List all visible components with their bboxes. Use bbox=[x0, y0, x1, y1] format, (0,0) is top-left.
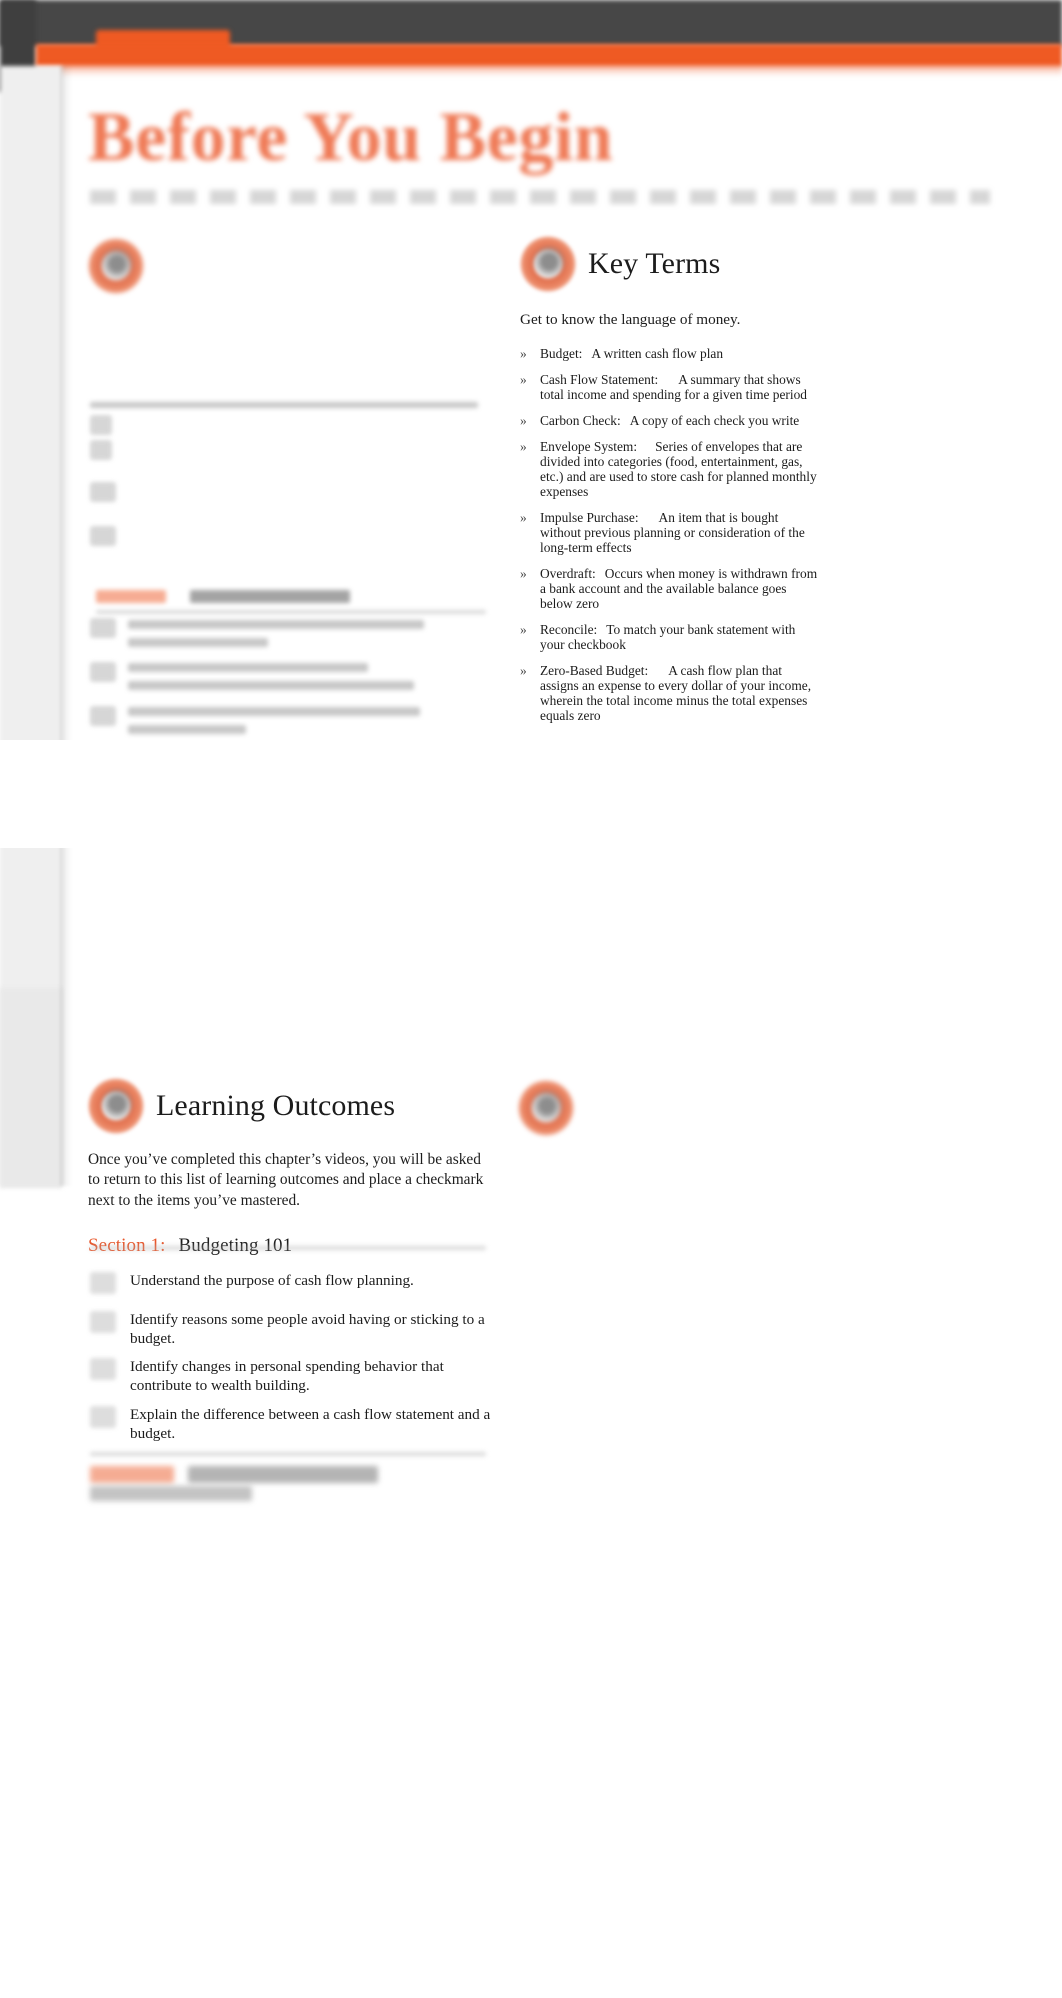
key-terms-header: Key Terms bbox=[520, 236, 820, 292]
key-term-item: » Budget: A written cash flow plan bbox=[520, 346, 820, 361]
key-term-name: Carbon Check: bbox=[540, 412, 621, 428]
blurred-text-line bbox=[128, 620, 424, 629]
outcome-text: Understand the purpose of cash flow plan… bbox=[130, 1271, 414, 1289]
blurred-text-line bbox=[128, 638, 268, 647]
outcome-checkbox[interactable] bbox=[90, 1358, 116, 1381]
target-badge-icon-right bbox=[518, 1080, 574, 1136]
page-title: Before You Begin bbox=[88, 99, 614, 176]
bullet-glyph: » bbox=[520, 371, 527, 387]
key-term-name: Zero-Based Budget: bbox=[540, 662, 649, 678]
blurred-checkbox[interactable] bbox=[90, 440, 112, 460]
key-term-definition: A copy of each check you write bbox=[629, 412, 800, 428]
key-terms-block: Key Terms Get to know the language of mo… bbox=[520, 236, 820, 734]
key-term-item: » Carbon Check: A copy of each check you … bbox=[520, 413, 820, 428]
left-gutter-rail-lower bbox=[0, 988, 62, 1188]
outcome-checkbox[interactable] bbox=[90, 1310, 116, 1333]
learning-outcome-item: Understand the purpose of cash flow plan… bbox=[88, 1271, 508, 1301]
page-bottom-whitespace bbox=[0, 1512, 1062, 1998]
learning-outcome-item: Identify changes in personal spending be… bbox=[88, 1357, 508, 1395]
outcome-text: Explain the difference between a cash fl… bbox=[130, 1405, 491, 1442]
bullet-glyph: » bbox=[520, 412, 527, 428]
app-accent-bar bbox=[36, 44, 1062, 66]
outcome-text: Identify reasons some people avoid havin… bbox=[130, 1310, 485, 1348]
learning-outcomes-intro: Once you’ve completed this chapter’s vid… bbox=[88, 1151, 484, 1209]
blurred-divider bbox=[96, 610, 486, 614]
outcome-checkbox[interactable] bbox=[90, 1271, 116, 1294]
blurred-text-line bbox=[128, 663, 368, 672]
learning-outcomes-block: Learning Outcomes Once you’ve completed … bbox=[88, 1078, 508, 1452]
bullet-glyph: » bbox=[520, 438, 527, 454]
blurred-section2-subtitle bbox=[90, 1486, 252, 1501]
blurred-section-label bbox=[96, 590, 166, 603]
key-term-item: » Overdraft: Occurs when money is withdra… bbox=[520, 566, 820, 611]
blurred-section2-label bbox=[90, 1466, 174, 1483]
key-term-name: Reconcile: bbox=[540, 621, 598, 637]
key-term-name: Overdraft: bbox=[540, 565, 596, 581]
blurred-text-line bbox=[128, 681, 414, 690]
learning-outcomes-header: Learning Outcomes bbox=[88, 1078, 508, 1134]
outcome-checkbox[interactable] bbox=[90, 1405, 116, 1428]
hero-divider bbox=[90, 190, 990, 204]
key-term-item: » Envelope System: Series of envelopes th… bbox=[520, 439, 820, 499]
learning-outcome-item: Explain the difference between a cash fl… bbox=[88, 1405, 508, 1443]
key-term-name: Envelope System: bbox=[540, 438, 638, 454]
app-accent-fade bbox=[36, 64, 1062, 76]
blurred-divider bbox=[90, 1452, 486, 1456]
key-term-item: » Reconcile: To match your bank statement… bbox=[520, 622, 820, 652]
blurred-checkbox[interactable] bbox=[90, 706, 116, 726]
bullet-glyph: » bbox=[520, 621, 527, 637]
blurred-text-line bbox=[128, 725, 246, 734]
key-term-name: Budget: bbox=[540, 345, 583, 361]
key-terms-heading: Key Terms bbox=[588, 247, 721, 281]
target-badge-icon-left bbox=[88, 238, 144, 294]
blurred-checkbox[interactable] bbox=[90, 662, 116, 682]
key-term-item: » Impulse Purchase: An item that is bough… bbox=[520, 510, 820, 555]
learning-outcomes-heading: Learning Outcomes bbox=[156, 1089, 396, 1123]
document-page: Before You Begin Key Terms Get to know t… bbox=[0, 0, 1062, 1998]
key-term-name: Impulse Purchase: bbox=[540, 509, 639, 525]
bullet-glyph: » bbox=[520, 345, 527, 361]
blurred-section-title bbox=[190, 590, 350, 603]
blurred-divider bbox=[90, 1246, 486, 1250]
key-terms-list: » Budget: A written cash flow plan » Cash… bbox=[520, 346, 820, 723]
learning-outcomes-list: Understand the purpose of cash flow plan… bbox=[88, 1271, 508, 1443]
bullet-glyph: » bbox=[520, 509, 527, 525]
target-badge-icon-learning-outcomes bbox=[88, 1078, 144, 1134]
blurred-checkbox[interactable] bbox=[90, 526, 116, 546]
blurred-checkbox[interactable] bbox=[90, 482, 116, 502]
learning-outcome-item: Identify reasons some people avoid havin… bbox=[88, 1310, 508, 1348]
key-term-item: » Zero-Based Budget: A cash flow plan tha… bbox=[520, 663, 820, 723]
blurred-checkbox[interactable] bbox=[90, 415, 112, 435]
page-edge-shadow bbox=[60, 66, 72, 1186]
blurred-text-line bbox=[128, 707, 420, 716]
key-term-item: » Cash Flow Statement: A summary that sho… bbox=[520, 372, 820, 402]
key-terms-subtitle: Get to know the language of money. bbox=[520, 311, 741, 328]
bullet-glyph: » bbox=[520, 565, 527, 581]
page-break-gap bbox=[0, 740, 1062, 848]
bullet-glyph: » bbox=[520, 662, 527, 678]
key-term-definition: A written cash flow plan bbox=[591, 345, 724, 361]
blurred-section2-title bbox=[188, 1466, 378, 1483]
blurred-text-line bbox=[90, 402, 478, 408]
target-badge-icon-key-terms bbox=[520, 236, 576, 292]
blurred-checkbox[interactable] bbox=[90, 618, 116, 638]
key-term-name: Cash Flow Statement: bbox=[540, 371, 659, 387]
outcome-text: Identify changes in personal spending be… bbox=[130, 1358, 444, 1395]
